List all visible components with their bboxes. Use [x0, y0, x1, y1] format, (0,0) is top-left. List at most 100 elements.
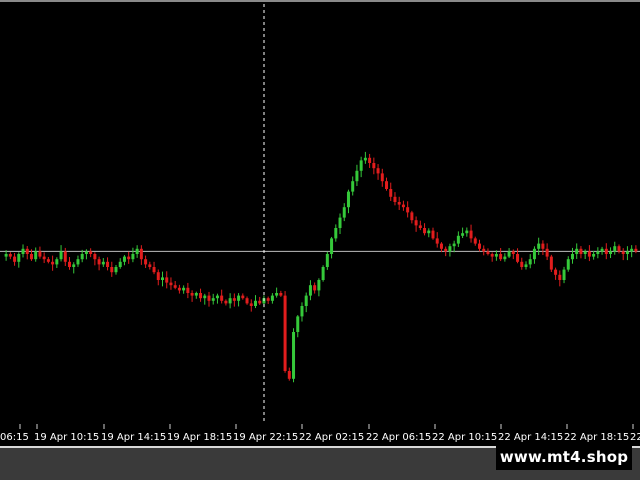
- candle-body: [355, 170, 359, 182]
- candle-body: [621, 251, 625, 254]
- candle-body: [592, 254, 596, 257]
- candle-body: [541, 243, 545, 249]
- candle-body: [237, 295, 241, 301]
- candle-body: [490, 254, 494, 257]
- candle-body: [300, 306, 304, 317]
- candle-body: [46, 259, 50, 262]
- candle-body: [507, 251, 511, 257]
- candle-body: [203, 295, 207, 299]
- candle-body: [270, 295, 274, 301]
- candles: [4, 151, 638, 383]
- candle-body: [604, 248, 608, 254]
- candle-body: [101, 261, 105, 265]
- candle-body: [625, 251, 629, 254]
- candle-body: [38, 251, 42, 257]
- candle-body: [135, 248, 139, 254]
- candle-body: [215, 295, 219, 299]
- candle-body: [13, 256, 17, 262]
- candle-body: [148, 264, 152, 267]
- candle-body: [478, 243, 481, 249]
- candle-body: [182, 287, 186, 291]
- candle-body: [165, 277, 169, 283]
- candle-body: [385, 181, 389, 189]
- candle-body: [199, 293, 203, 299]
- candle-body: [486, 251, 490, 254]
- candle-body: [283, 295, 287, 371]
- candle-body: [473, 238, 477, 244]
- candle-body: [494, 254, 498, 257]
- candle-body: [42, 256, 46, 260]
- candle-body: [127, 256, 131, 260]
- candle-body: [131, 254, 135, 260]
- candle-body: [173, 285, 177, 288]
- price-chart[interactable]: 06:15 19 Apr 10:15 19 Apr 14:15 19 Apr 18:1…: [0, 0, 640, 450]
- candle-body: [634, 248, 638, 252]
- candle-body: [439, 243, 443, 249]
- candle-body: [359, 160, 363, 171]
- time-tick-label: 22 Apr 06:15: [366, 432, 431, 443]
- candle-body: [122, 256, 126, 262]
- candle-body: [549, 256, 553, 270]
- candle-body: [372, 163, 376, 169]
- chart-window[interactable]: 06:15 19 Apr 10:15 19 Apr 14:15 19 Apr 18:1…: [0, 0, 640, 450]
- candle-body: [114, 267, 118, 273]
- candle-body: [528, 259, 532, 265]
- candle-body: [414, 220, 418, 226]
- candle-body: [570, 254, 574, 260]
- candle-body: [279, 293, 283, 296]
- candle-body: [245, 298, 249, 304]
- candle-body: [499, 254, 503, 260]
- candle-body: [427, 230, 431, 234]
- candle-body: [368, 157, 372, 163]
- candle-body: [8, 254, 12, 257]
- time-tick-label: 22 Apr 14:15: [498, 432, 563, 443]
- candle-body: [296, 316, 300, 332]
- candle-body: [253, 300, 257, 306]
- candle-body: [545, 248, 549, 257]
- candle-body: [161, 277, 164, 280]
- candle-body: [435, 238, 439, 244]
- candle-body: [68, 261, 72, 267]
- candle-body: [461, 233, 465, 236]
- time-tick-label: 19 Apr 18:15: [167, 432, 232, 443]
- time-tick-label: 22 Apr 02:15: [299, 432, 364, 443]
- candle-body: [401, 204, 405, 208]
- candle-body: [308, 285, 312, 296]
- candle-body: [258, 300, 262, 304]
- candle-body: [110, 267, 114, 273]
- candle-body: [266, 298, 270, 301]
- candle-body: [537, 243, 541, 249]
- candle-body: [587, 251, 591, 257]
- candle-body: [423, 228, 427, 234]
- candle-body: [232, 298, 236, 301]
- candle-body: [393, 196, 397, 202]
- candle-body: [334, 228, 338, 239]
- candle-body: [325, 254, 329, 267]
- candle-body: [292, 332, 296, 379]
- time-tick-label: 19 Apr 14:15: [101, 432, 166, 443]
- candle-body: [342, 207, 346, 218]
- candle-body: [448, 246, 452, 252]
- candle-body: [207, 295, 211, 301]
- candle-body: [228, 298, 232, 304]
- candle-body: [190, 293, 194, 296]
- time-axis: 06:15 19 Apr 10:15 19 Apr 14:15 19 Apr 18:1…: [0, 424, 640, 443]
- candle-body: [482, 248, 486, 252]
- candle-body: [410, 212, 414, 221]
- candle-body: [524, 264, 528, 267]
- candle-body: [93, 254, 97, 260]
- candle-body: [317, 280, 321, 291]
- candle-body: [72, 264, 76, 267]
- candle-body: [575, 248, 579, 254]
- candle-body: [220, 295, 224, 301]
- candle-body: [389, 189, 393, 197]
- candle-body: [106, 261, 110, 267]
- candle-body: [51, 261, 55, 265]
- candle-body: [600, 248, 604, 252]
- time-tick-label: 06:15: [0, 432, 29, 443]
- watermark-logo: www.mt4.shop: [496, 444, 632, 470]
- candle-body: [613, 246, 617, 252]
- candle-body: [4, 254, 8, 257]
- time-tick-label: 22 Apr 10:15: [432, 432, 497, 443]
- candle-body: [17, 254, 21, 262]
